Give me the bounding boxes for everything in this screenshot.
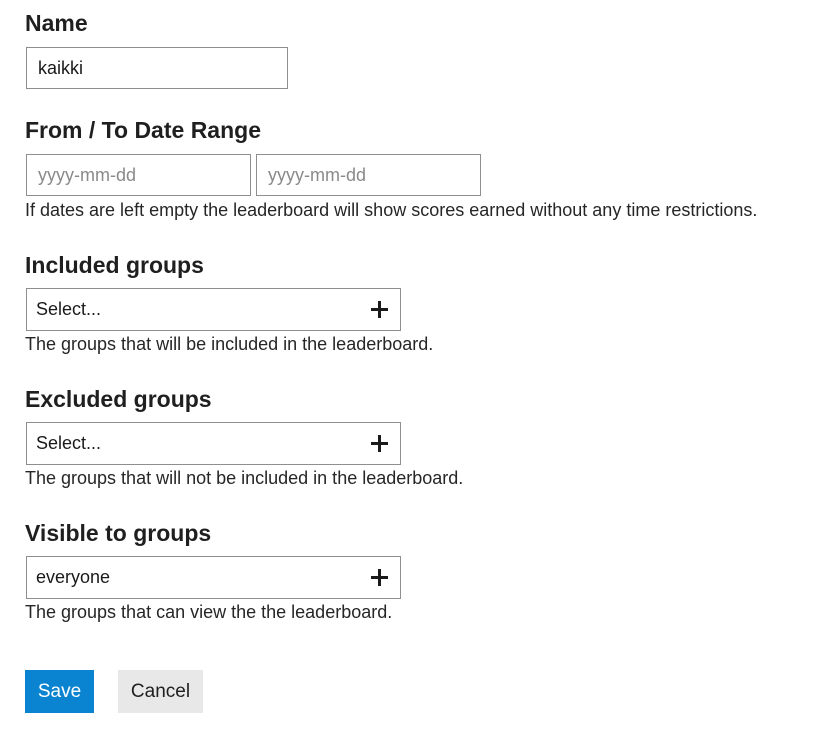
name-section: Name bbox=[25, 8, 815, 115]
leaderboard-form: Name From / To Date Range If dates are l… bbox=[25, 8, 815, 625]
excluded-groups-value: Select... bbox=[36, 433, 102, 453]
cancel-button[interactable]: Cancel bbox=[118, 670, 203, 713]
plus-icon[interactable] bbox=[371, 435, 388, 452]
visible-groups-label: Visible to groups bbox=[25, 520, 212, 546]
visible-groups-select[interactable]: everyone bbox=[26, 556, 401, 599]
excluded-groups-section: Excluded groups Select... The groups tha… bbox=[25, 384, 815, 491]
included-groups-value: Select... bbox=[36, 299, 102, 319]
save-button[interactable]: Save bbox=[25, 670, 94, 713]
date-range-label: From / To Date Range bbox=[25, 117, 261, 143]
date-range-help: If dates are left empty the leaderboard … bbox=[25, 200, 758, 220]
date-range-inputs bbox=[26, 154, 815, 196]
included-groups-select[interactable]: Select... bbox=[26, 288, 401, 331]
to-date-input[interactable] bbox=[256, 154, 481, 196]
plus-icon[interactable] bbox=[371, 301, 388, 318]
form-actions: Save Cancel bbox=[25, 670, 203, 713]
name-label: Name bbox=[25, 10, 88, 36]
included-groups-label: Included groups bbox=[25, 252, 204, 278]
included-groups-section: Included groups Select... The groups tha… bbox=[25, 250, 815, 357]
visible-groups-section: Visible to groups everyone The groups th… bbox=[25, 518, 815, 625]
excluded-groups-label: Excluded groups bbox=[25, 386, 212, 412]
plus-icon[interactable] bbox=[371, 569, 388, 586]
visible-groups-value: everyone bbox=[36, 567, 111, 587]
date-range-section: From / To Date Range If dates are left e… bbox=[25, 115, 815, 223]
included-groups-help: The groups that will be included in the … bbox=[25, 334, 434, 354]
visible-groups-help: The groups that can view the the leaderb… bbox=[25, 602, 393, 622]
excluded-groups-select[interactable]: Select... bbox=[26, 422, 401, 465]
name-input[interactable] bbox=[26, 47, 288, 89]
from-date-input[interactable] bbox=[26, 154, 251, 196]
excluded-groups-help: The groups that will not be included in … bbox=[25, 468, 464, 488]
